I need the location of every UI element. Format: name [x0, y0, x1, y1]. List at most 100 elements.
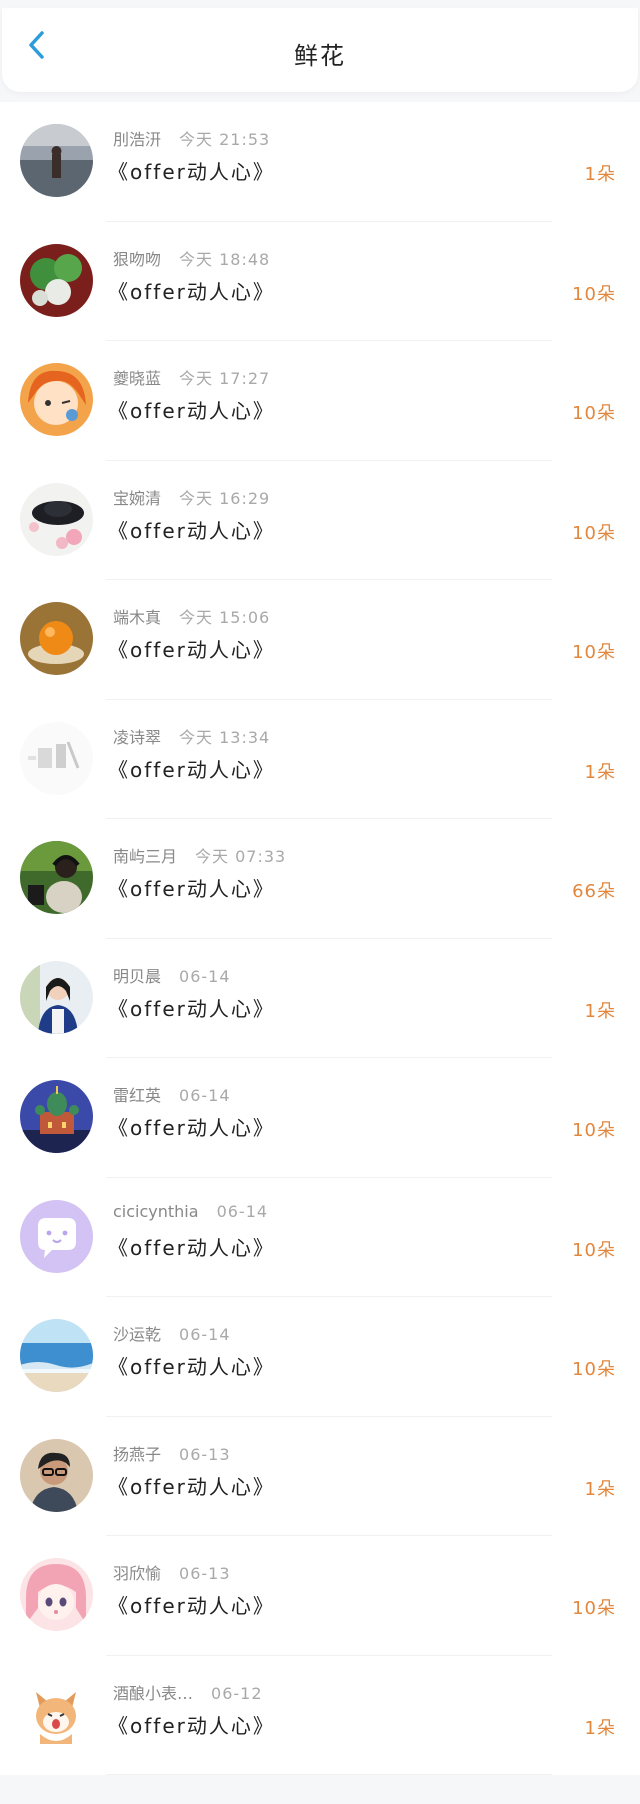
- avatar[interactable]: [20, 1319, 93, 1392]
- sender-meta: 羽欣愉 06-13: [113, 1560, 231, 1584]
- flower-count: 10朵: [572, 403, 616, 424]
- avatar[interactable]: [20, 1558, 93, 1631]
- sender-name: 雷红英: [113, 1086, 162, 1105]
- sender-meta: 沙运乾 06-14: [113, 1321, 231, 1345]
- flower-count: 10朵: [572, 522, 616, 544]
- avatar[interactable]: [20, 1438, 93, 1512]
- flower-list: 刖浩汧 今天 21:53 《offer动人心》 1朵 狠吻吻 今天 18:48 《o…: [0, 102, 640, 1775]
- send-time: 06-14: [179, 966, 231, 986]
- send-time: 06-14: [179, 1325, 231, 1344]
- book-title: 《offer动人心》: [108, 160, 275, 184]
- list-item[interactable]: 刖浩汧 今天 21:53 《offer动人心》 1朵: [0, 102, 640, 222]
- sender-meta: 端木真 今天 15:06: [113, 604, 270, 628]
- sender-name: 端木真: [113, 608, 162, 627]
- list-item[interactable]: 沙运乾 06-14 《offer动人心》 10朵: [0, 1297, 640, 1417]
- book-title: 《offer动人心》: [108, 399, 275, 423]
- flower-count: 1朵: [584, 1000, 616, 1022]
- send-time: 06-13: [179, 1444, 231, 1464]
- sender-meta: 明贝晨 06-14: [113, 963, 231, 987]
- sender-name: 扬燕子: [113, 1444, 162, 1464]
- sender-name: 沙运乾: [113, 1325, 162, 1344]
- send-time: 今天 16:29: [179, 488, 271, 508]
- flower-count: 10朵: [572, 642, 616, 663]
- flower-count: 66朵: [572, 881, 616, 902]
- send-time: 今天 17:27: [179, 369, 271, 388]
- status-bar: [0, 0, 640, 8]
- sender-name: 羽欣愉: [113, 1564, 162, 1583]
- list-item[interactable]: 南屿三月 今天 07:33 《offer动人心》 66朵: [0, 819, 640, 939]
- top-nav-bar: 鲜花: [2, 8, 638, 92]
- sender-name: 明贝晨: [113, 966, 162, 986]
- list-item[interactable]: 酒酿小表… 06-12 《offer动人心》 1朵: [0, 1656, 640, 1775]
- flower-count: 10朵: [572, 1598, 616, 1619]
- avatar[interactable]: [20, 960, 93, 1034]
- book-title: 《offer动人心》: [108, 1355, 275, 1379]
- book-title: 《offer动人心》: [108, 1594, 275, 1618]
- sender-meta: 扬燕子 06-13: [113, 1441, 231, 1465]
- flower-count: 1朵: [584, 761, 616, 783]
- book-title: 《offer动人心》: [108, 279, 275, 304]
- sender-meta: cicicynthia 06-14: [113, 1202, 268, 1221]
- book-title: 《offer动人心》: [108, 757, 275, 782]
- list-item[interactable]: 端木真 今天 15:06 《offer动人心》 10朵: [0, 580, 640, 700]
- sender-name: 夔晓蓝: [113, 369, 162, 388]
- book-title: 《offer动人心》: [108, 996, 275, 1021]
- sender-name: 狠吻吻: [113, 249, 162, 269]
- book-title: 《offer动人心》: [108, 1474, 275, 1499]
- flower-count: 10朵: [572, 1359, 616, 1380]
- send-time: 今天 13:34: [179, 727, 271, 747]
- book-title: 《offer动人心》: [108, 877, 275, 901]
- send-time: 06-13: [179, 1564, 231, 1583]
- sender-meta: 南屿三月 今天 07:33: [113, 843, 286, 867]
- list-item[interactable]: 雷红英 06-14 《offer动人心》 10朵: [0, 1058, 640, 1178]
- list-item[interactable]: 夔晓蓝 今天 17:27 《offer动人心》 10朵: [0, 341, 640, 461]
- page-title: 鲜花: [294, 42, 346, 70]
- send-time: 今天 15:06: [179, 608, 271, 627]
- sender-name: 南屿三月: [113, 847, 178, 866]
- flower-count: 10朵: [572, 283, 616, 305]
- list-item[interactable]: 宝婉清 今天 16:29 《offer动人心》 10朵: [0, 461, 640, 580]
- flower-count: 10朵: [572, 1120, 616, 1141]
- avatar[interactable]: [20, 721, 93, 795]
- book-title: 《offer动人心》: [108, 1116, 275, 1140]
- sender-name: cicicynthia: [113, 1201, 199, 1221]
- list-item[interactable]: cicicynthia 06-14 《offer动人心》 10朵: [0, 1178, 640, 1297]
- flower-count: 1朵: [584, 1717, 616, 1739]
- send-time: 06-14: [179, 1086, 231, 1105]
- send-time: 今天 18:48: [179, 249, 271, 269]
- avatar[interactable]: [20, 363, 93, 436]
- flower-count: 1朵: [584, 164, 616, 185]
- send-time: 06-12: [211, 1683, 263, 1703]
- sender-meta: 夔晓蓝 今天 17:27: [113, 365, 270, 389]
- avatar[interactable]: [20, 1080, 93, 1153]
- divider: [106, 1774, 552, 1775]
- list-item[interactable]: 羽欣愉 06-13 《offer动人心》 10朵: [0, 1536, 640, 1656]
- list-item[interactable]: 扬燕子 06-13 《offer动人心》 1朵: [0, 1417, 640, 1536]
- avatar[interactable]: [20, 482, 93, 556]
- sender-name: 凌诗翠: [113, 727, 162, 747]
- send-time: 今天 21:53: [179, 130, 271, 149]
- avatar[interactable]: [20, 243, 93, 317]
- sender-meta: 酒酿小表… 06-12: [113, 1680, 263, 1704]
- avatar[interactable]: [20, 841, 93, 914]
- avatar[interactable]: [20, 1199, 93, 1273]
- flower-count: 1朵: [584, 1478, 616, 1500]
- list-item[interactable]: 狠吻吻 今天 18:48 《offer动人心》 10朵: [0, 222, 640, 341]
- avatar[interactable]: [20, 602, 93, 675]
- sender-name: 宝婉清: [113, 488, 162, 508]
- sender-meta: 雷红英 06-14: [113, 1082, 231, 1106]
- avatar[interactable]: [20, 124, 93, 197]
- list-item[interactable]: 明贝晨 06-14 《offer动人心》 1朵: [0, 939, 640, 1058]
- book-title: 《offer动人心》: [108, 518, 275, 543]
- book-title: 《offer动人心》: [108, 638, 275, 662]
- sender-meta: 宝婉清 今天 16:29: [113, 485, 270, 509]
- sender-name: 酒酿小表…: [113, 1683, 194, 1703]
- sender-meta: 凌诗翠 今天 13:34: [113, 724, 270, 748]
- avatar[interactable]: [20, 1677, 93, 1751]
- send-time: 今天 07:33: [195, 847, 287, 866]
- list-item[interactable]: 凌诗翠 今天 13:34 《offer动人心》 1朵: [0, 700, 640, 819]
- book-title: 《offer动人心》: [108, 1713, 275, 1738]
- book-title: 《offer动人心》: [108, 1235, 275, 1260]
- flower-count: 10朵: [572, 1239, 616, 1261]
- sender-name: 刖浩汧: [113, 130, 162, 149]
